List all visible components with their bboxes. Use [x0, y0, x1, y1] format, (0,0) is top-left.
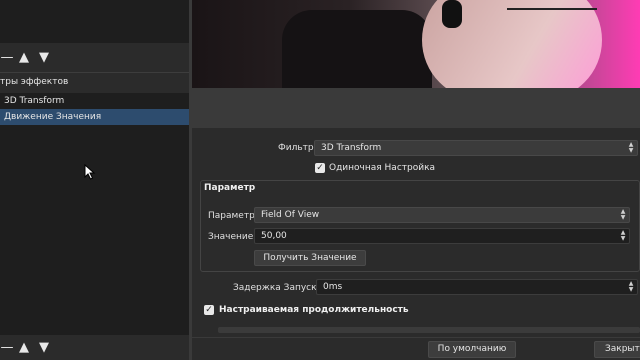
parameter-group-title: Параметр — [204, 183, 256, 193]
spin-arrows-icon[interactable]: ▲ ▼ — [627, 281, 635, 293]
spin-arrows-icon[interactable]: ▲ ▼ — [619, 230, 627, 242]
parameter-label: Параметр — [208, 211, 255, 221]
move-filter-up-icon[interactable]: ▲ — [14, 340, 34, 355]
preview-headphones — [442, 0, 462, 28]
close-button[interactable]: Закрыть — [594, 341, 640, 358]
start-delay-value: 0ms — [323, 282, 343, 292]
preview-chair — [282, 10, 432, 88]
move-down-icon[interactable]: ▼ — [34, 50, 54, 65]
move-filter-down-icon[interactable]: ▼ — [34, 340, 54, 355]
get-value-button[interactable]: Получить Значение — [254, 250, 366, 266]
combo-arrows-icon: ▲ ▼ — [620, 208, 626, 221]
value-label: Значение — [208, 232, 254, 242]
dialog-footer: По умолчанию Закрыть — [192, 337, 640, 360]
effect-filters-list: 3D Transform Движение Значения — [0, 93, 189, 335]
custom-duration-checkbox[interactable]: ✓ — [204, 305, 214, 315]
start-delay-spinbox[interactable]: 0ms ▲ ▼ — [316, 279, 638, 295]
bottom-list-controls: — ▲ ▼ — [0, 336, 54, 358]
sources-list-area — [0, 0, 189, 43]
custom-duration-label: Настраиваемая продолжительность — [219, 305, 409, 315]
top-list-controls: — ▲ ▼ — [0, 46, 54, 68]
move-up-icon[interactable]: ▲ — [14, 50, 34, 65]
duration-field-partial[interactable] — [218, 327, 640, 333]
preview-glasses — [507, 0, 597, 10]
filter-select[interactable]: 3D Transform ▲ ▼ — [314, 140, 638, 156]
filter-item-move-value[interactable]: Движение Значения — [0, 109, 189, 125]
value-spinbox-value: 50,00 — [261, 231, 287, 241]
preview-empty-area — [192, 88, 640, 128]
filter-item-3d-transform[interactable]: 3D Transform — [0, 93, 189, 109]
defaults-button[interactable]: По умолчанию — [428, 341, 516, 358]
filter-label: Фильтр — [278, 143, 314, 153]
parameter-select[interactable]: Field Of View ▲ ▼ — [254, 207, 630, 223]
divider — [0, 72, 189, 73]
parameter-select-value: Field Of View — [261, 210, 320, 220]
mouse-cursor-icon — [84, 164, 96, 180]
combo-arrows-icon: ▲ ▼ — [628, 141, 634, 154]
single-setting-label: Одиночная Настройка — [329, 163, 436, 173]
filter-select-value: 3D Transform — [321, 143, 382, 153]
start-delay-label: Задержка Запуска — [233, 283, 323, 293]
remove-filter-icon[interactable]: — — [0, 340, 14, 355]
single-setting-checkbox[interactable]: ✓ — [315, 163, 325, 173]
video-preview — [192, 0, 640, 88]
properties-panel: Фильтр 3D Transform ▲ ▼ ✓ Одиночная Настр… — [192, 0, 640, 360]
remove-icon[interactable]: — — [0, 50, 14, 65]
value-spinbox[interactable]: 50,00 ▲ ▼ — [254, 228, 630, 244]
filters-panel: — ▲ ▼ тры эффектов 3D Transform Движение… — [0, 0, 189, 360]
effect-filters-header: тры эффектов — [0, 77, 69, 87]
